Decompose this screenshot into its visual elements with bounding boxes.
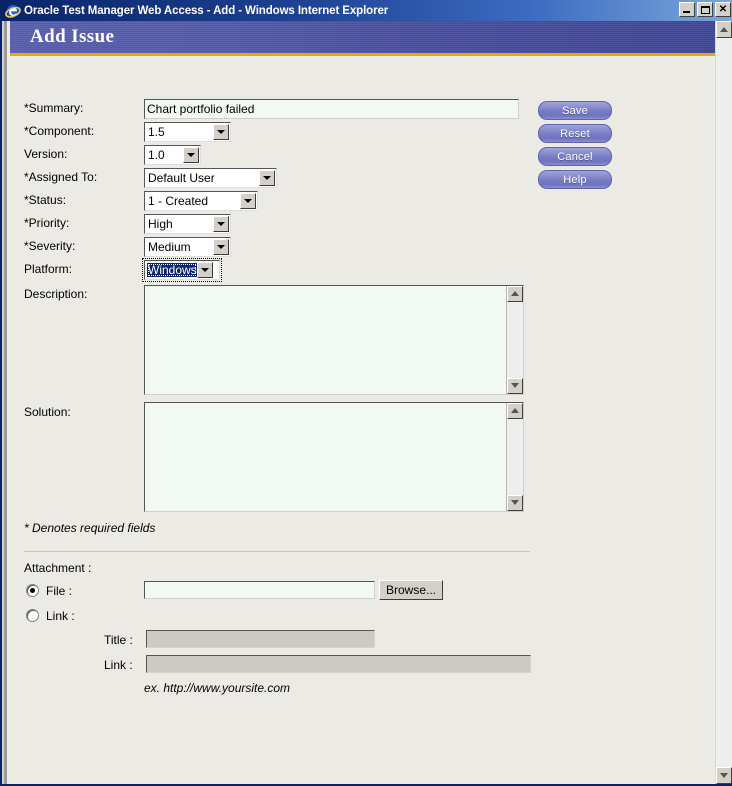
chevron-down-icon <box>213 124 229 140</box>
scroll-up-icon[interactable] <box>507 286 523 302</box>
label-assigned-to: *Assigned To: <box>24 170 98 184</box>
label-summary: *Summary: <box>24 101 84 115</box>
version-select[interactable]: 1.0 <box>144 145 201 165</box>
attachment-link-radio[interactable] <box>26 609 39 622</box>
solution-scrollbar[interactable] <box>506 403 523 511</box>
assigned-to-select[interactable]: Default User <box>144 168 277 188</box>
label-attachment: Attachment : <box>24 561 92 575</box>
attachment-example-text: ex. http://www.yoursite.com <box>144 681 291 695</box>
scroll-down-icon[interactable] <box>507 495 523 511</box>
severity-select-value: Medium <box>148 240 191 254</box>
minimize-icon <box>683 11 690 13</box>
ie-logo-icon <box>5 3 21 19</box>
required-fields-note: * Denotes required fields <box>24 521 156 535</box>
chevron-down-icon <box>196 262 213 278</box>
label-severity: *Severity: <box>24 239 76 253</box>
reset-button[interactable]: Reset <box>538 124 612 143</box>
label-attachment-file: File : <box>46 584 73 598</box>
platform-select[interactable]: Windows <box>142 258 222 282</box>
chevron-down-icon <box>183 147 199 163</box>
solution-textarea-content[interactable] <box>145 403 506 511</box>
assigned-to-select-value: Default User <box>148 171 215 185</box>
browse-button[interactable]: Browse... <box>379 580 443 600</box>
cancel-button[interactable]: Cancel <box>538 147 612 166</box>
maximize-icon <box>700 5 710 14</box>
attachment-title-input[interactable] <box>146 630 375 648</box>
page-title: Add Issue <box>30 26 115 47</box>
help-button[interactable]: Help <box>538 170 612 189</box>
maximize-button[interactable] <box>697 2 713 17</box>
minimize-button[interactable] <box>679 2 695 17</box>
close-button[interactable]: ✕ <box>715 2 731 17</box>
label-attachment-title: Title : <box>104 633 133 647</box>
status-select-value: 1 - Created <box>148 194 209 208</box>
description-textarea-content[interactable] <box>145 286 506 394</box>
window-title: Oracle Test Manager Web Access - Add - W… <box>24 4 389 17</box>
scroll-up-icon[interactable] <box>716 21 732 38</box>
chevron-down-icon <box>259 170 275 186</box>
scroll-down-icon[interactable] <box>716 767 732 784</box>
application-window: Oracle Test Manager Web Access - Add - W… <box>0 0 732 786</box>
save-button[interactable]: Save <box>538 101 612 120</box>
label-priority: *Priority: <box>24 216 70 230</box>
page-scrollbar[interactable] <box>715 21 732 784</box>
page-header-band: Add Issue <box>10 21 715 56</box>
attachment-file-input[interactable] <box>144 581 375 599</box>
section-divider <box>24 551 530 552</box>
issue-form: *Summary: *Component: 1.5 Version: 1.0 <box>10 59 715 784</box>
scroll-down-icon[interactable] <box>507 378 523 394</box>
chevron-down-icon <box>213 239 229 255</box>
severity-select[interactable]: Medium <box>144 237 231 257</box>
priority-select-value: High <box>148 217 173 231</box>
chevron-down-icon <box>213 216 229 232</box>
attachment-link-input[interactable] <box>146 655 531 673</box>
chevron-down-icon <box>240 193 256 209</box>
description-scrollbar[interactable] <box>506 286 523 394</box>
summary-input[interactable] <box>144 99 519 119</box>
label-component: *Component: <box>24 124 95 138</box>
component-select-value: 1.5 <box>148 125 165 139</box>
scroll-up-icon[interactable] <box>507 403 523 419</box>
browser-window: Oracle Test Manager Web Access - Add - W… <box>0 0 732 786</box>
label-description: Description: <box>24 287 88 301</box>
component-select[interactable]: 1.5 <box>144 122 231 142</box>
page-viewport: Add Issue *Summary: *Component: 1.5 Vers… <box>4 21 715 784</box>
platform-select-value: Windows <box>147 263 197 277</box>
label-version: Version: <box>24 147 68 161</box>
label-solution: Solution: <box>24 405 71 419</box>
label-attachment-link-url: Link : <box>104 658 133 672</box>
description-textarea[interactable] <box>144 285 524 395</box>
label-platform: Platform: <box>24 262 73 276</box>
label-attachment-link: Link : <box>46 609 75 623</box>
browser-content: Add Issue *Summary: *Component: 1.5 Vers… <box>4 21 732 784</box>
status-select[interactable]: 1 - Created <box>144 191 258 211</box>
label-status: *Status: <box>24 193 67 207</box>
priority-select[interactable]: High <box>144 214 231 234</box>
attachment-file-radio[interactable] <box>26 584 39 597</box>
window-controls: ✕ <box>679 2 731 17</box>
solution-textarea[interactable] <box>144 402 524 512</box>
close-icon: ✕ <box>718 3 728 15</box>
version-select-value: 1.0 <box>148 148 165 162</box>
window-titlebar: Oracle Test Manager Web Access - Add - W… <box>2 0 732 21</box>
